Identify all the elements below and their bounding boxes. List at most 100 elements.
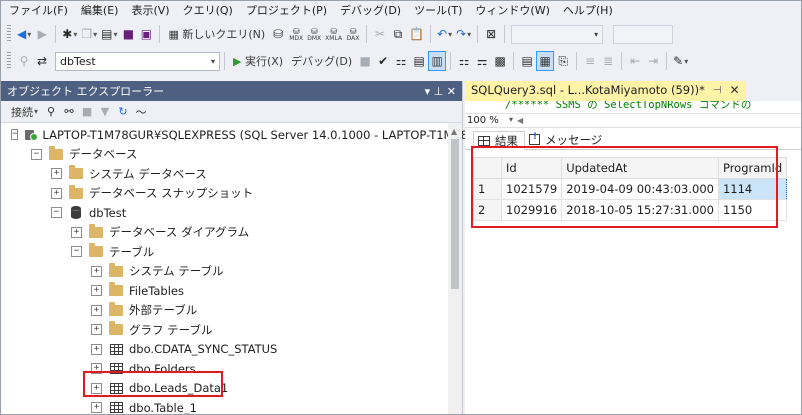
column-header-programid[interactable]: ProgramId [717, 157, 788, 179]
tree-node[interactable]: + グラフ テーブル [1, 320, 462, 340]
mdx-query-button[interactable]: ⛁ MDX [287, 24, 305, 44]
results-to-grid-toggle[interactable]: ▥ [428, 51, 447, 71]
tab-results[interactable]: 結果 [473, 131, 525, 150]
outdent-icon[interactable]: ⇤ [626, 51, 644, 71]
tree-node[interactable]: + dbo.Leads_Data1 [1, 379, 462, 399]
stop-icon[interactable]: ■ [356, 51, 374, 71]
expand-icon[interactable]: + [91, 324, 102, 336]
redo-icon[interactable]: ↷ ▾ [454, 24, 473, 44]
filter-icon[interactable]: ▼ [96, 102, 114, 122]
toolbar-grip[interactable] [7, 25, 11, 43]
pin-icon[interactable]: ⊣ [713, 85, 722, 96]
cell-id[interactable]: 1029916 [500, 199, 563, 221]
paste-icon[interactable]: 📋 [407, 24, 426, 44]
back-icon[interactable]: ◀ ▾ [15, 24, 33, 44]
live-stats-icon[interactable]: ⚎ [473, 51, 491, 71]
open-file-icon[interactable]: ▤ ▾ [99, 24, 119, 44]
change-connection-icon[interactable]: ⇄ [33, 51, 51, 71]
disconnect-icon[interactable]: ⚯ [60, 102, 78, 122]
refresh-icon[interactable]: ↻ [114, 102, 132, 122]
results-to-text-icon[interactable]: ▤ [518, 51, 536, 71]
row-number[interactable]: 2 [473, 199, 502, 221]
tab-sqlquery3[interactable]: SQLQuery3.sql - L...KotaMiyamoto (59))* … [465, 81, 746, 101]
expand-icon[interactable]: + [51, 187, 62, 199]
actual-plan-icon[interactable]: ⚏ [455, 51, 473, 71]
cut-icon[interactable]: ✂ [371, 24, 389, 44]
expand-icon[interactable]: + [91, 343, 102, 355]
scroll-left-icon[interactable]: ◀ [517, 116, 523, 125]
menu-window[interactable]: ウィンドウ(W) [471, 1, 558, 20]
expand-icon[interactable]: + [91, 304, 102, 316]
activity-monitor-icon[interactable]: 〜 [132, 102, 150, 122]
panel-window-controls[interactable]: ▾ ⊥ ✕ [425, 85, 456, 98]
db-engine-query-icon[interactable]: ⛁ [269, 24, 287, 44]
client-stats-icon[interactable]: ▩ [491, 51, 509, 71]
forward-icon[interactable]: ▶ [33, 24, 51, 44]
tree-node[interactable]: + データベース ダイアグラム [1, 223, 462, 243]
query-designer-icon[interactable]: ▤ [410, 51, 428, 71]
menu-view[interactable]: 表示(V) [127, 1, 178, 20]
tree-node[interactable]: − テーブル [1, 242, 462, 262]
add-item-icon[interactable]: ❐ ▾ [79, 24, 99, 44]
close-icon[interactable]: ✕ [730, 83, 740, 97]
cell-programid[interactable]: 1114 [717, 178, 788, 200]
debug-button[interactable]: デバッグ(D) [287, 51, 356, 71]
tree-node[interactable]: − LAPTOP-T1M78GUR¥SQLEXPRESS (SQL Server … [1, 125, 476, 145]
expand-icon[interactable]: + [91, 382, 102, 394]
save-icon[interactable]: ■ [119, 24, 137, 44]
expand-icon[interactable]: + [91, 285, 102, 297]
copy-icon[interactable]: ⧉ [389, 24, 407, 44]
xmla-query-button[interactable]: ⛁ XMLA [323, 24, 344, 44]
stop-icon[interactable]: ■ [78, 102, 96, 122]
tree-scrollbar[interactable]: ▲ [448, 123, 462, 414]
uncomment-icon[interactable]: ≣ [599, 51, 617, 71]
tree-node[interactable]: + データベース スナップショット [1, 184, 462, 204]
menu-tools[interactable]: ツール(T) [410, 1, 471, 20]
connect-dropdown-button[interactable]: 接続 ▾ [7, 102, 42, 122]
parse-icon[interactable]: ✔ [374, 51, 392, 71]
solution-config-icon[interactable]: ⊠ [482, 24, 500, 44]
toolbar-grip-2[interactable] [7, 52, 11, 70]
new-query-button[interactable]: ▦ 新しいクエリ(N) [164, 24, 269, 44]
collapse-icon[interactable]: − [71, 246, 82, 258]
specify-values-icon[interactable]: ✎ ▾ [671, 51, 690, 71]
cell-updatedat[interactable]: 2018-10-05 15:27:31.000 [561, 199, 719, 221]
tree-node[interactable]: + システム テーブル [1, 262, 462, 282]
menu-help[interactable]: ヘルプ(H) [559, 1, 622, 20]
expand-icon[interactable]: + [91, 363, 102, 375]
dax-query-button[interactable]: ⛁ DAX [344, 24, 362, 44]
menu-edit[interactable]: 編集(E) [77, 1, 128, 20]
tree-node[interactable]: − データベース [1, 145, 462, 165]
column-header-id[interactable]: Id [500, 157, 563, 179]
row-header-corner[interactable] [473, 157, 502, 179]
tree-node[interactable]: + FileTables [1, 281, 462, 301]
tree-node[interactable]: + 外部テーブル [1, 301, 462, 321]
cell-updatedat[interactable]: 2019-04-09 00:43:03.000 [561, 178, 719, 200]
expand-icon[interactable]: + [91, 265, 102, 277]
collapse-icon[interactable]: − [31, 148, 42, 160]
results-to-file-icon[interactable]: ⎘ [554, 51, 572, 71]
results-grid-icon[interactable]: ▦ [536, 51, 555, 71]
collapse-icon[interactable]: − [11, 129, 19, 141]
tree-node[interactable]: + dbo.Folders [1, 359, 462, 379]
solution-config-combo[interactable]: ▾ [511, 24, 604, 44]
save-all-icon[interactable]: ▣ [137, 24, 155, 44]
table-row[interactable]: 1 1021579 2019-04-09 00:43:03.000 1114 [473, 178, 788, 200]
zoom-select[interactable]: 100 % ▾ [467, 115, 517, 126]
menu-project[interactable]: プロジェクト(P) [242, 1, 336, 20]
scrollbar-thumb[interactable] [451, 139, 459, 289]
expand-icon[interactable]: + [71, 226, 82, 238]
tree-node[interactable]: + システム データベース [1, 164, 462, 184]
indent-icon[interactable]: ⇥ [644, 51, 662, 71]
dmx-query-button[interactable]: ⛁ DMX [305, 24, 323, 44]
database-select[interactable]: dbTest ▾ [55, 51, 220, 71]
scroll-up-icon[interactable]: ▲ [451, 127, 457, 136]
comment-icon[interactable]: ≡ [581, 51, 599, 71]
estimated-plan-icon[interactable]: ⚏ [392, 51, 410, 71]
undo-icon[interactable]: ↶ ▾ [435, 24, 454, 44]
tree-node[interactable]: + dbo.Table_1 [1, 398, 462, 414]
menu-file[interactable]: ファイル(F) [5, 1, 77, 20]
cell-programid[interactable]: 1150 [717, 199, 788, 221]
sql-editor[interactable]: /****** SSMS の SelectTopNRows コマンドの [465, 101, 801, 113]
column-header-updatedat[interactable]: UpdatedAt [561, 157, 719, 179]
